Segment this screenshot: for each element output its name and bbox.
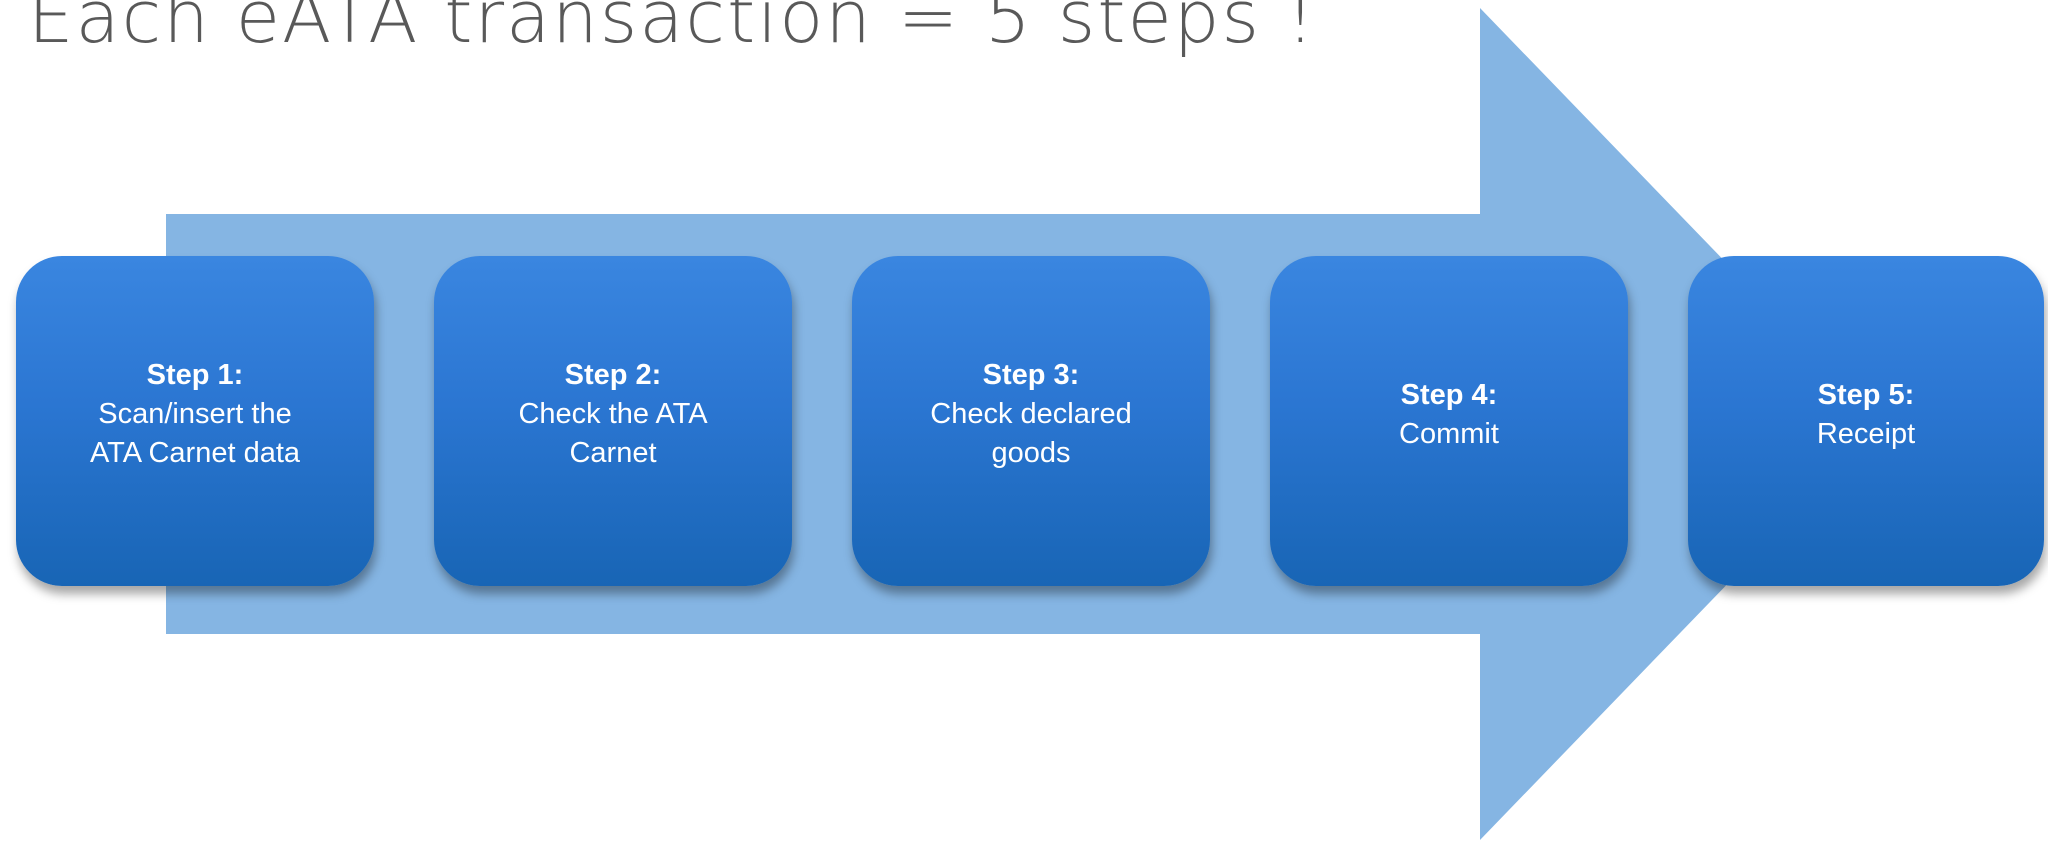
step-3-text-line-2: goods — [991, 437, 1071, 469]
step-4-heading: Step 4: — [1400, 378, 1498, 411]
step-1-text-line-2: ATA Carnet data — [89, 437, 301, 469]
step-1-box: Step 1: Scan/insert the ATA Carnet data — [16, 256, 374, 586]
step-2-box: Step 2: Check the ATA Carnet — [434, 256, 792, 586]
step-5-heading: Step 5: — [1817, 378, 1915, 411]
step-1-text-line-1: Scan/insert the — [98, 398, 292, 430]
step-4-box: Step 4: Commit — [1270, 256, 1628, 586]
step-4-text-line-1: Commit — [1399, 417, 1499, 450]
step-3-box: Step 3: Check declared goods — [852, 256, 1210, 586]
step-2-heading: Step 2: — [564, 359, 662, 391]
step-3-text-line-1: Check declared — [930, 398, 1132, 430]
step-3-heading: Step 3: — [982, 359, 1080, 391]
step-1-heading: Step 1: — [146, 359, 244, 391]
step-2-text-line-1: Check the ATA — [518, 398, 708, 430]
step-2-text-line-2: Carnet — [569, 437, 657, 469]
step-5-box: Step 5: Receipt — [1688, 256, 2044, 586]
step-5-text-line-1: Receipt — [1816, 417, 1916, 450]
